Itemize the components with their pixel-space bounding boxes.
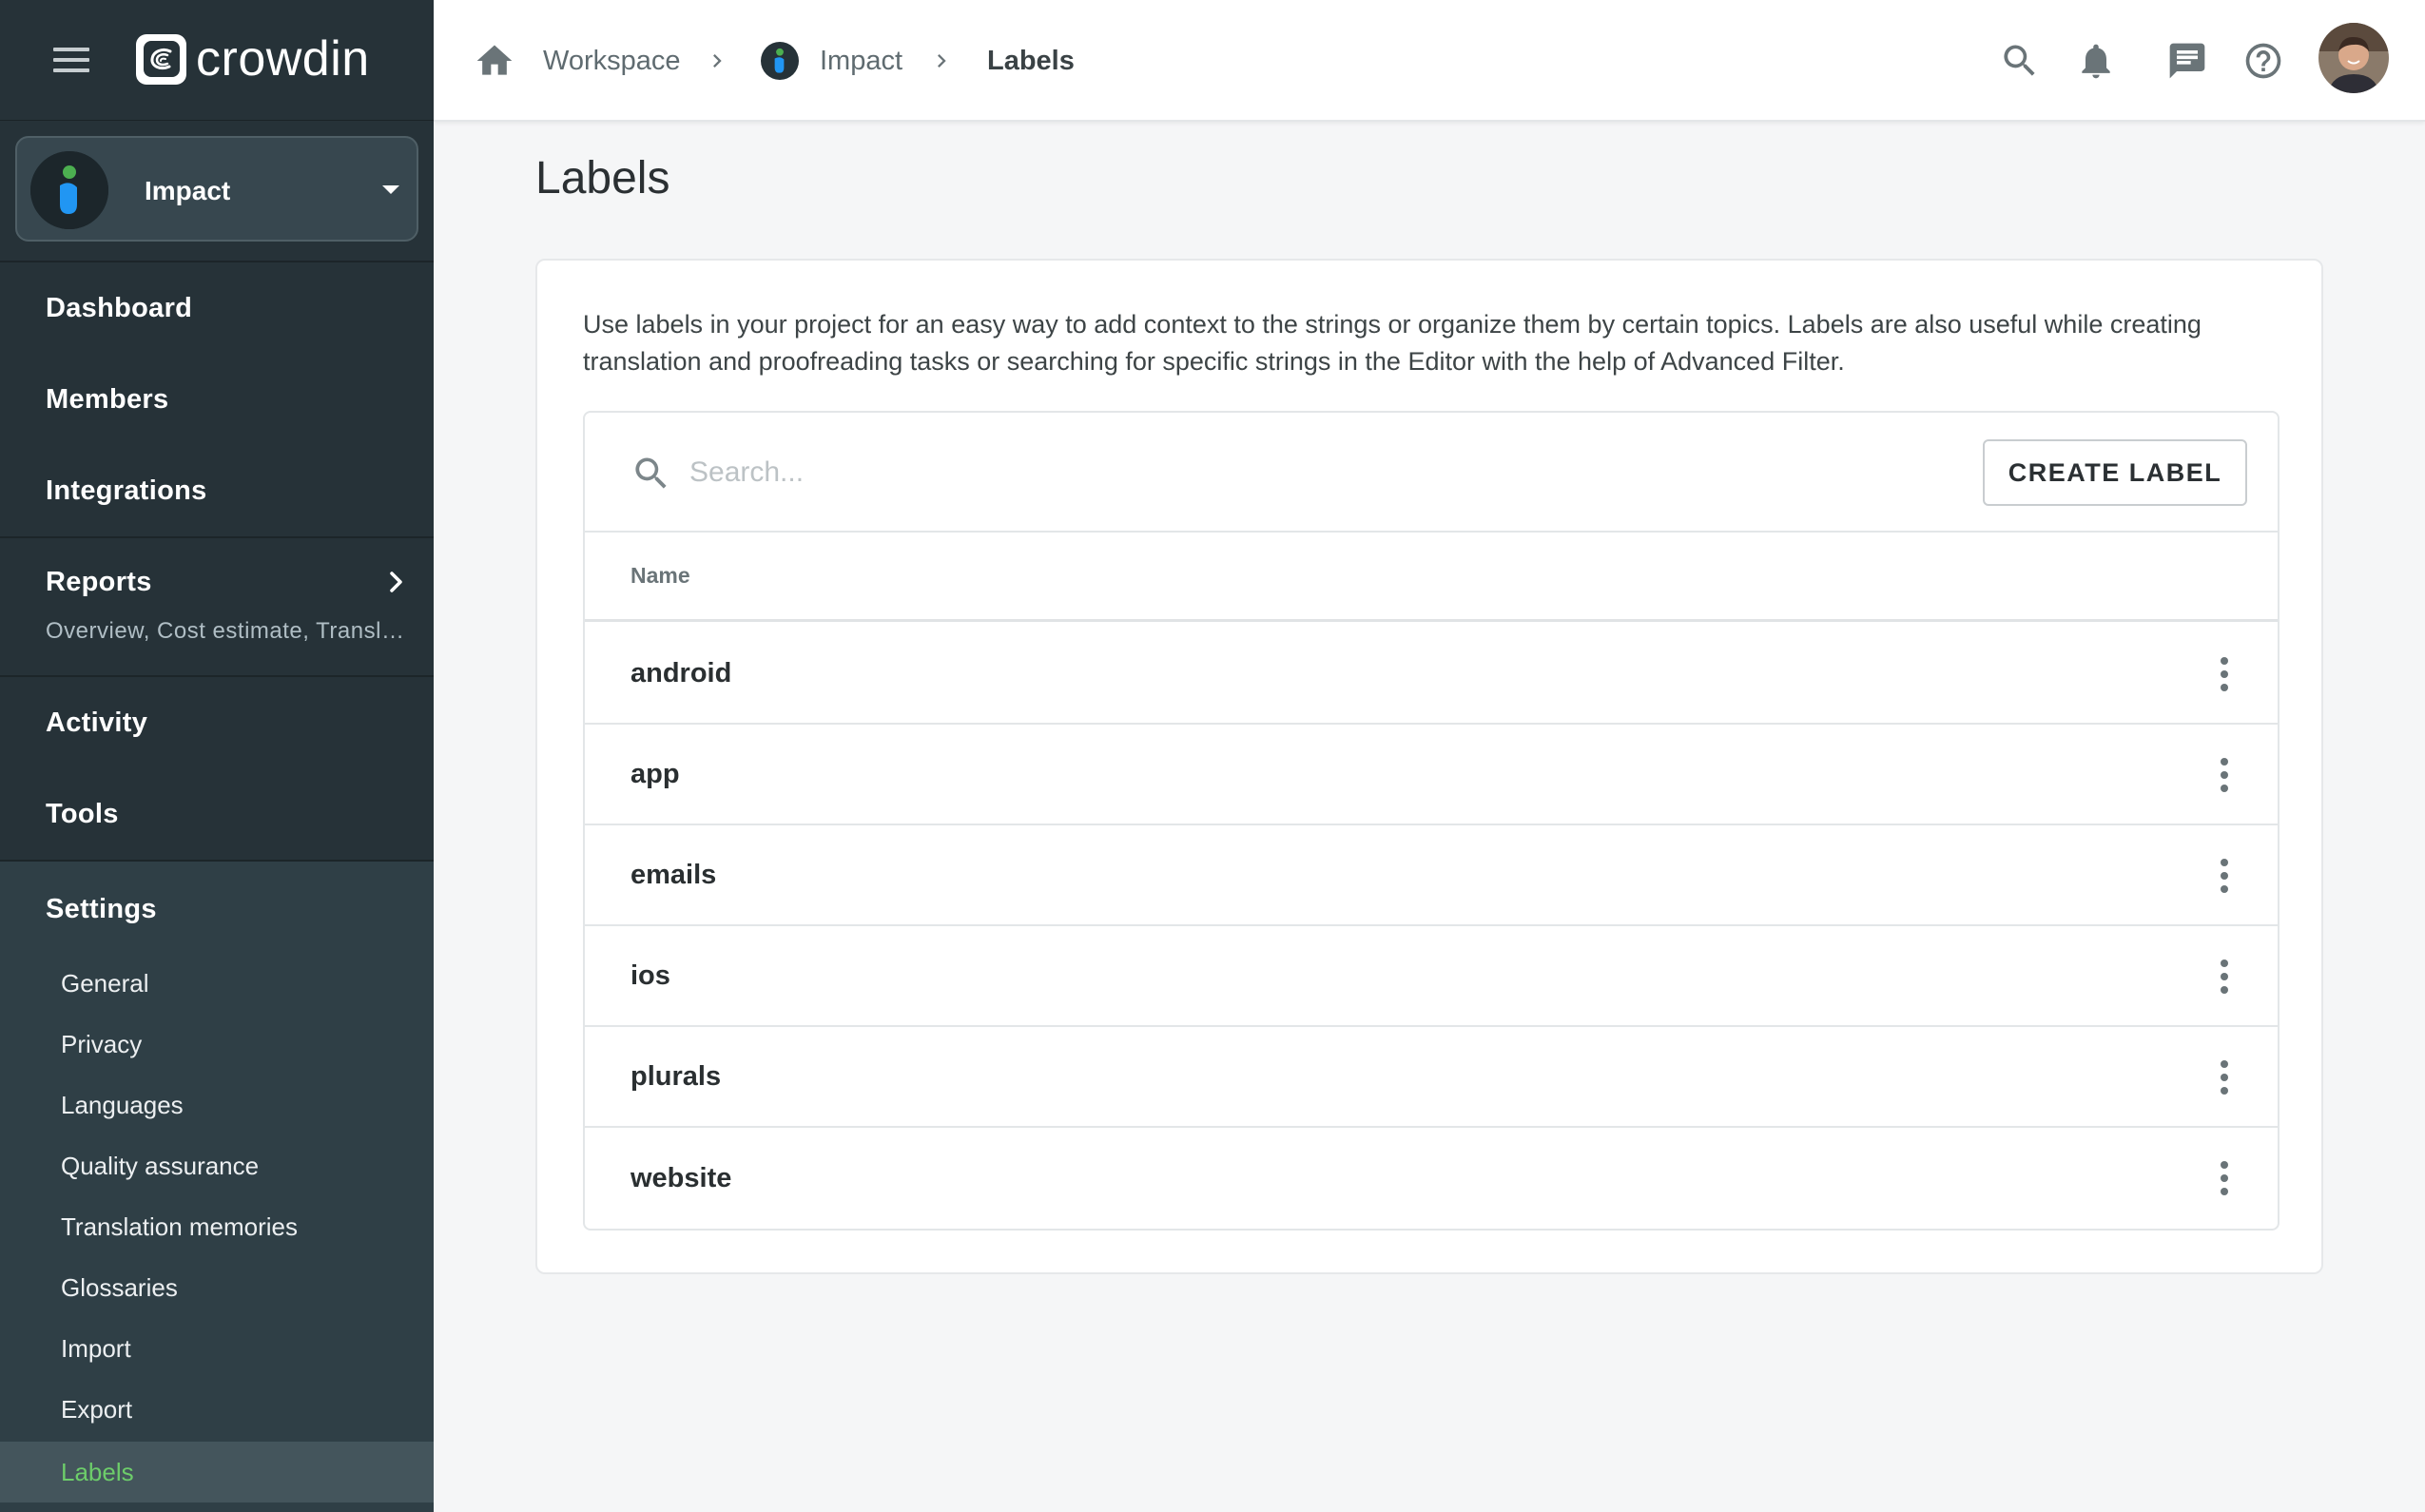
menu-icon[interactable]	[53, 48, 89, 72]
more-vert-icon[interactable]	[2205, 1058, 2243, 1096]
search-input[interactable]	[689, 445, 1850, 500]
impact-project-icon	[761, 0, 799, 122]
chevron-right-icon[interactable]	[385, 568, 408, 596]
table-row[interactable]: emails	[585, 825, 2278, 926]
more-vert-icon[interactable]	[2205, 756, 2243, 794]
table-toolbar: CREATE LABEL	[585, 413, 2278, 533]
table-row[interactable]: website	[585, 1128, 2278, 1229]
sidebar-item-activity[interactable]: Activity	[0, 677, 434, 768]
help-icon[interactable]	[2242, 40, 2284, 82]
labels-table: CREATE LABEL Name android app emails ios plu…	[583, 411, 2280, 1231]
table-row[interactable]: ios	[585, 926, 2278, 1027]
settings-item-label: Languages	[61, 1090, 184, 1119]
settings-item-labels[interactable]: Labels	[0, 1442, 434, 1502]
more-vert-icon[interactable]	[2205, 857, 2243, 895]
sidebar-item-label: Activity	[46, 707, 148, 738]
settings-item-export[interactable]: Export	[0, 1379, 434, 1440]
more-vert-icon[interactable]	[2205, 958, 2243, 996]
label-name: plurals	[630, 1060, 722, 1092]
labels-card: Use labels in your project for an easy w…	[535, 259, 2323, 1274]
settings-item-label: Export	[61, 1394, 133, 1424]
label-name: app	[630, 758, 680, 789]
settings-item-quality-assurance[interactable]: Quality assurance	[0, 1135, 434, 1196]
settings-item-import[interactable]: Import	[0, 1318, 434, 1379]
search-icon	[635, 457, 667, 489]
bell-icon[interactable]	[2075, 40, 2117, 82]
brand-name: crowdin	[196, 31, 370, 87]
sidebar-header: crowdin	[0, 0, 434, 121]
sidebar-item-tools[interactable]: Tools	[0, 768, 434, 860]
search-icon[interactable]	[1999, 40, 2041, 82]
sidebar-item-dashboard[interactable]: Dashboard	[0, 262, 434, 354]
sidebar-item-members[interactable]: Members	[0, 354, 434, 445]
settings-item-languages[interactable]: Languages	[0, 1075, 434, 1135]
settings-item-glossaries[interactable]: Glossaries	[0, 1257, 434, 1318]
crowdin-logo[interactable]: crowdin	[136, 31, 370, 87]
settings-item-label: Privacy	[61, 1029, 143, 1058]
sidebar-item-settings[interactable]: Settings	[0, 862, 434, 957]
top-header: Workspace Impact Labels	[434, 0, 2425, 122]
labels-description: Use labels in your project for an easy w…	[583, 310, 2202, 376]
chat-icon[interactable]	[2166, 40, 2208, 82]
page-title: Labels	[535, 153, 670, 204]
settings-item-label: Glossaries	[61, 1272, 178, 1302]
table-row[interactable]: app	[585, 725, 2278, 825]
caret-down-icon	[382, 185, 399, 194]
settings-section: Settings General Privacy Languages Quali…	[0, 862, 434, 1512]
settings-item-label: Labels	[61, 1457, 134, 1486]
chevron-right-icon	[704, 0, 730, 122]
settings-item-label: General	[61, 968, 149, 998]
settings-item-privacy[interactable]: Privacy	[0, 1014, 434, 1075]
create-label-button[interactable]: CREATE LABEL	[1983, 439, 2247, 506]
table-row[interactable]: android	[585, 624, 2278, 725]
crowdin-logo-icon	[136, 33, 186, 85]
sidebar-item-label: Reports	[46, 567, 152, 597]
reports-subtitle: Overview, Cost estimate, Transl…	[46, 618, 405, 644]
sidebar-item-label: Integrations	[46, 475, 207, 506]
sidebar-item-label: Settings	[46, 893, 157, 924]
more-vert-icon[interactable]	[2205, 1159, 2243, 1197]
sidebar: crowdin Impact Dashboard Members Integra…	[0, 0, 434, 1512]
sidebar-item-label: Tools	[46, 798, 119, 829]
impact-project-icon	[30, 151, 108, 229]
more-vert-icon[interactable]	[2205, 655, 2243, 693]
column-header-label: Name	[630, 563, 690, 588]
label-name: ios	[630, 960, 670, 991]
home-icon[interactable]	[474, 0, 515, 122]
breadcrumb-workspace[interactable]: Workspace	[543, 0, 681, 122]
chevron-right-icon	[928, 0, 955, 122]
table-row[interactable]: plurals	[585, 1027, 2278, 1128]
sidebar-item-label: Members	[46, 383, 169, 415]
avatar[interactable]	[2318, 23, 2389, 93]
sidebar-item-label: Dashboard	[46, 292, 193, 323]
settings-item-general[interactable]: General	[0, 953, 434, 1014]
sidebar-item-integrations[interactable]: Integrations	[0, 445, 434, 536]
label-name: emails	[630, 859, 717, 890]
column-header-name[interactable]: Name	[585, 533, 2278, 622]
label-name: website	[630, 1162, 732, 1193]
project-switcher[interactable]: Impact	[15, 136, 418, 242]
label-name: android	[630, 657, 732, 688]
breadcrumb-current: Labels	[987, 45, 1075, 76]
settings-item-label: Import	[61, 1333, 131, 1363]
settings-item-translation-memories[interactable]: Translation memories	[0, 1196, 434, 1257]
project-name: Impact	[145, 176, 231, 205]
settings-item-label: Translation memories	[61, 1212, 299, 1241]
breadcrumb-project[interactable]: Impact	[820, 0, 902, 122]
settings-item-label: Quality assurance	[61, 1151, 260, 1180]
